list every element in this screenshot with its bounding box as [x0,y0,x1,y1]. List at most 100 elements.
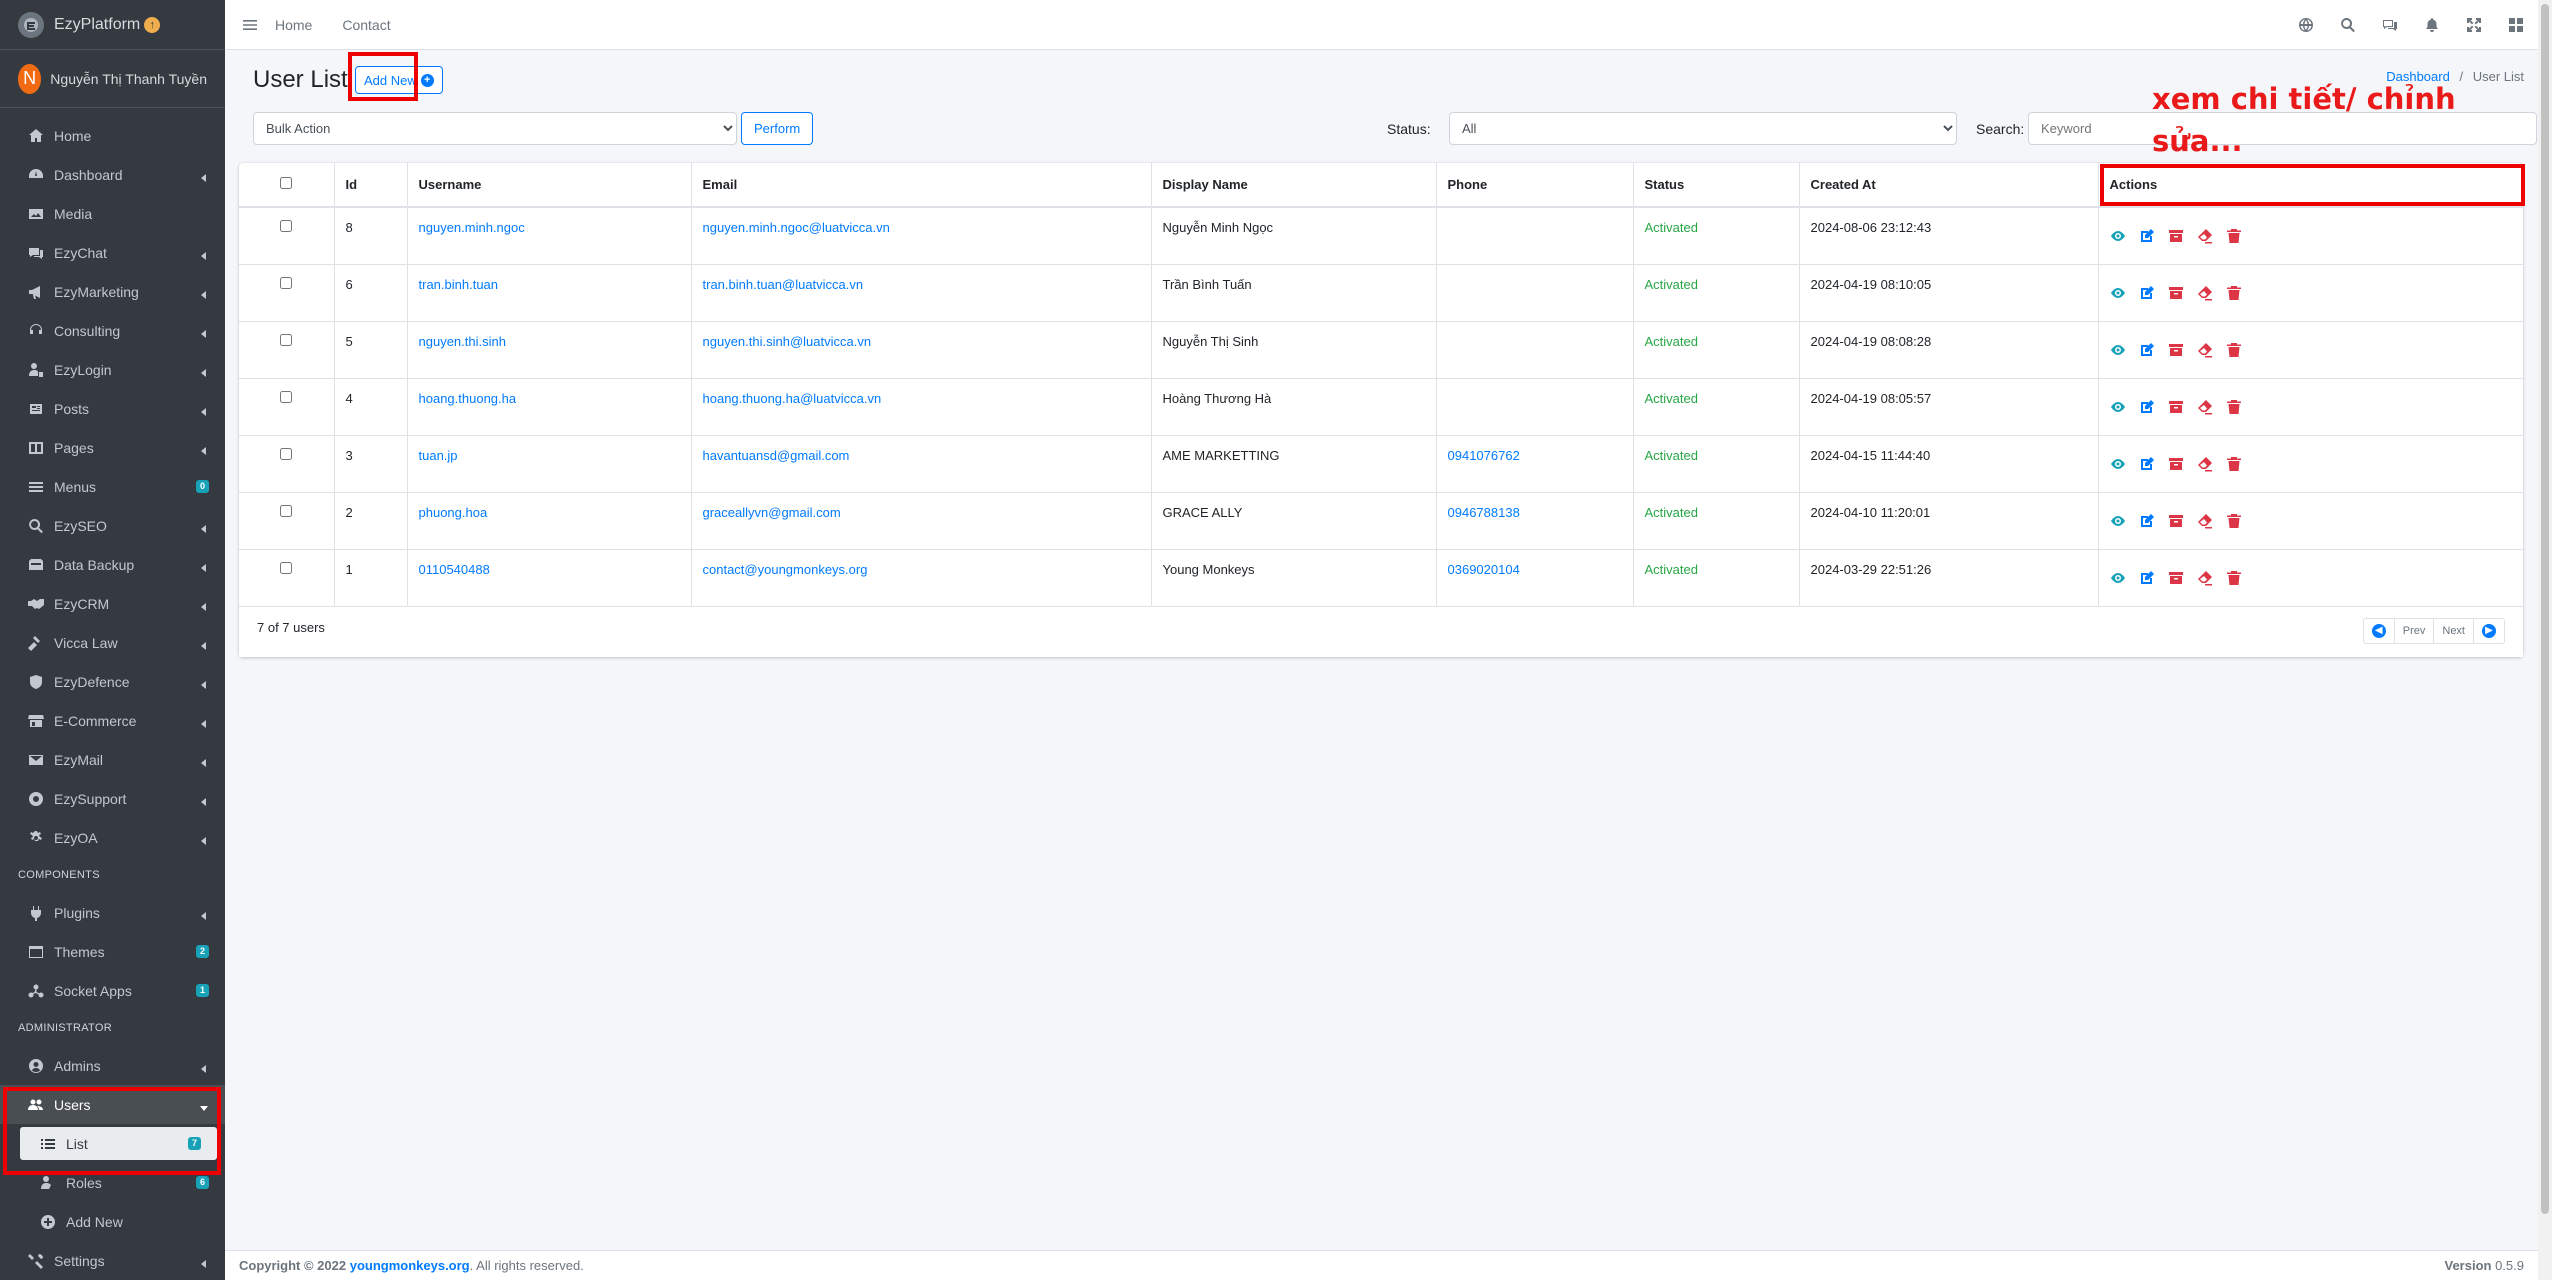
select-all-checkbox[interactable] [280,177,293,189]
user-name[interactable]: Nguyễn Thị Thanh Tuyền [50,71,207,87]
cell-phone[interactable]: 0369020104 [1436,549,1634,607]
prev-button[interactable]: Prev [2395,618,2435,643]
archive-icon[interactable] [2168,228,2184,244]
cell-username[interactable]: 0110540488 [407,549,692,607]
header-id[interactable]: Id [334,163,408,208]
eraser-icon[interactable] [2197,342,2213,358]
sidebar-item-ezyseo[interactable]: EzySEO [0,506,225,545]
eraser-icon[interactable] [2197,513,2213,529]
add-new-button[interactable]: Add New + [355,66,443,94]
cell-email[interactable]: havantuansd@gmail.com [691,435,1152,493]
first-page-button[interactable]: ◀ [2364,618,2395,643]
edit-icon[interactable] [2139,228,2155,244]
sidebar-item-home[interactable]: Home [0,116,225,155]
next-button[interactable]: Next [2434,618,2474,643]
eraser-icon[interactable] [2197,285,2213,301]
sidebar-item-ezycrm[interactable]: EzyCRM [0,584,225,623]
archive-icon[interactable] [2168,456,2184,472]
header-created-at[interactable]: Created At [1799,163,2099,208]
edit-icon[interactable] [2139,399,2155,415]
sidebar-item-ezymail[interactable]: EzyMail [0,740,225,779]
cell-username[interactable]: hoang.thuong.ha [407,378,692,436]
sidebar-item-ezydefence[interactable]: EzyDefence [0,662,225,701]
header-display-name[interactable]: Display Name [1151,163,1437,208]
bulk-action-select[interactable]: Bulk Action [253,112,737,145]
cell-username[interactable]: nguyen.minh.ngoc [407,207,692,265]
sidebar-item-ezymarketing[interactable]: EzyMarketing [0,272,225,311]
trash-icon[interactable] [2226,228,2242,244]
cell-email[interactable]: graceallyvn@gmail.com [691,492,1152,550]
sidebar-item-menus[interactable]: Menus 0 [0,467,225,506]
topbar-home-link[interactable]: Home [275,17,312,33]
sidebar-item-dashboard[interactable]: Dashboard [0,155,225,194]
header-email[interactable]: Email [691,163,1152,208]
trash-icon[interactable] [2226,570,2242,586]
user-panel[interactable]: N Nguyễn Thị Thanh Tuyền [0,50,225,108]
view-eye-icon[interactable] [2110,342,2126,358]
sidebar-item-pages[interactable]: Pages [0,428,225,467]
trash-icon[interactable] [2226,513,2242,529]
cell-phone[interactable] [1436,321,1634,379]
sidebar-item-vicca-law[interactable]: Vicca Law [0,623,225,662]
sidebar-item-ezyoa[interactable]: EzyOA [0,818,225,857]
last-page-button[interactable]: ▶ [2474,619,2504,643]
row-checkbox[interactable] [280,561,293,574]
header-status[interactable]: Status [1633,163,1800,208]
cell-email[interactable]: hoang.thuong.ha@luatvicca.vn [691,378,1152,436]
header-username[interactable]: Username [407,163,692,208]
cell-username[interactable]: tuan.jp [407,435,692,493]
view-eye-icon[interactable] [2110,228,2126,244]
apps-grid-icon[interactable] [2508,17,2524,33]
view-eye-icon[interactable] [2110,456,2126,472]
edit-icon[interactable] [2139,456,2155,472]
header-phone[interactable]: Phone [1436,163,1634,208]
edit-icon[interactable] [2139,570,2155,586]
sidebar-item-users-list[interactable]: List 7 [20,1127,217,1160]
sidebar-item-themes[interactable]: Themes 2 [0,932,225,971]
edit-icon[interactable] [2139,513,2155,529]
search-icon[interactable] [2340,17,2356,33]
view-eye-icon[interactable] [2110,513,2126,529]
cell-phone[interactable] [1436,264,1634,322]
edit-icon[interactable] [2139,285,2155,301]
sidebar-item-users[interactable]: Users [0,1085,225,1124]
trash-icon[interactable] [2226,285,2242,301]
sidebar-item-admins[interactable]: Admins [0,1046,225,1085]
cell-phone[interactable]: 0941076762 [1436,435,1634,493]
trash-icon[interactable] [2226,456,2242,472]
view-eye-icon[interactable] [2110,399,2126,415]
row-checkbox[interactable] [280,504,293,517]
footer-link[interactable]: youngmonkeys.org [350,1258,470,1273]
perform-button[interactable]: Perform [741,112,814,145]
sidebar-item-users-add-new[interactable]: Add New [0,1202,225,1241]
cell-username[interactable]: tran.binh.tuan [407,264,692,322]
cell-username[interactable]: phuong.hoa [407,492,692,550]
archive-icon[interactable] [2168,570,2184,586]
status-select[interactable]: All [1449,112,1957,145]
sidebar-item-media[interactable]: Media [0,194,225,233]
sidebar-item-socket-apps[interactable]: Socket Apps 1 [0,971,225,1010]
edit-icon[interactable] [2139,342,2155,358]
row-checkbox[interactable] [280,447,293,460]
page-scrollbar[interactable] [2538,0,2552,1280]
sidebar-item-users-roles[interactable]: Roles 6 [0,1163,225,1202]
cell-phone[interactable] [1436,207,1634,265]
hamburger-menu-icon[interactable] [239,14,261,36]
eraser-icon[interactable] [2197,399,2213,415]
cell-email[interactable]: nguyen.minh.ngoc@luatvicca.vn [691,207,1152,265]
sidebar-item-consulting[interactable]: Consulting [0,311,225,350]
trash-icon[interactable] [2226,342,2242,358]
archive-icon[interactable] [2168,513,2184,529]
view-eye-icon[interactable] [2110,570,2126,586]
scrollbar-thumb[interactable] [2541,4,2549,1214]
row-checkbox[interactable] [280,390,293,403]
eraser-icon[interactable] [2197,570,2213,586]
cell-email[interactable]: nguyen.thi.sinh@luatvicca.vn [691,321,1152,379]
bell-icon[interactable] [2424,17,2440,33]
view-eye-icon[interactable] [2110,285,2126,301]
row-checkbox[interactable] [280,276,293,289]
sidebar-item-settings[interactable]: Settings [0,1241,225,1280]
sidebar-item-data-backup[interactable]: Data Backup [0,545,225,584]
eraser-icon[interactable] [2197,456,2213,472]
trash-icon[interactable] [2226,399,2242,415]
